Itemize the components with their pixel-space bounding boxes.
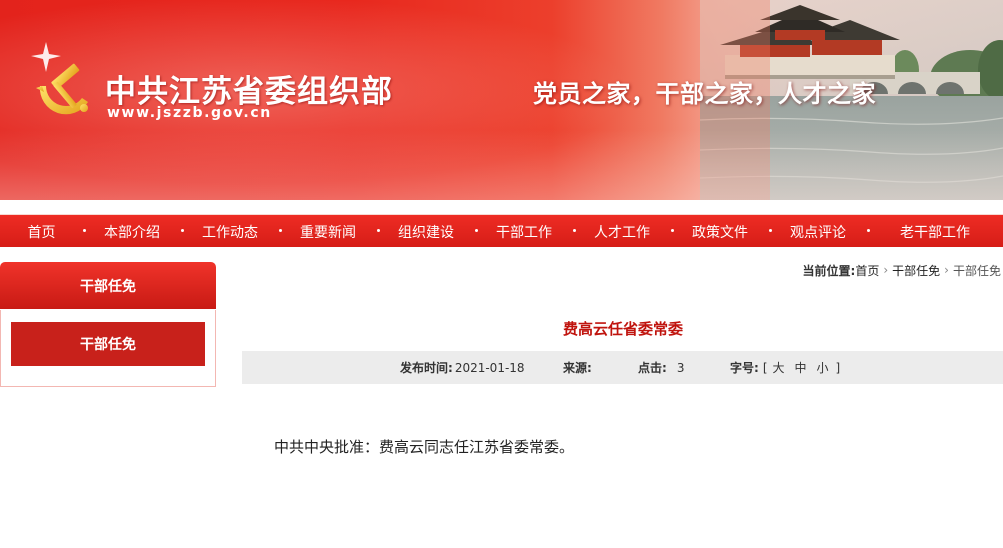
breadcrumb: 当前位置: 首页 › 干部任免 › 干部任免 xyxy=(803,262,1001,278)
fontsize-medium-button[interactable]: 中 xyxy=(795,359,807,376)
nav-item-org-building[interactable]: 组织建设 xyxy=(377,215,475,248)
nav-item-policy-docs[interactable]: 政策文件 xyxy=(671,215,769,248)
fontsize-bracket-open: [ xyxy=(762,360,768,375)
article-title: 费高云任省委常委 xyxy=(562,320,683,338)
nav-item-work-news[interactable]: 工作动态 xyxy=(181,215,279,248)
nav-item-retired-cadre-work[interactable]: 老干部工作 xyxy=(867,215,1003,248)
article-meta-bar: 发布时间: 2021-01-18 来源: 点击: 3 字号: [ 大 中 小 ] xyxy=(242,351,1003,384)
main-nav: 首页 本部介绍 工作动态 重要新闻 组织建设 干部工作 人才工作 政策文件 观点评论 老干部工作 xyxy=(0,214,1003,247)
breadcrumb-section-link[interactable]: 干部任免 xyxy=(892,262,940,279)
fontsize-large-button[interactable]: 大 xyxy=(773,359,785,376)
sidebar-item-cadre-appointment[interactable]: 干部任免 xyxy=(11,322,205,366)
sidebar-menu: 干部任免 xyxy=(0,310,216,387)
clicks-value: 3 xyxy=(676,360,685,375)
meta-source: 来源: xyxy=(563,351,594,384)
fontsize-bracket-close: ] xyxy=(835,360,841,375)
nav-item-cadre-work[interactable]: 干部工作 xyxy=(475,215,573,248)
nav-item-opinion-review[interactable]: 观点评论 xyxy=(769,215,867,248)
fontsize-small-button[interactable]: 小 xyxy=(817,359,829,376)
banner-slogan: 党员之家，干部之家，人才之家 xyxy=(533,80,876,108)
clicks-label: 点击: xyxy=(638,361,667,375)
banner-bottom-fade xyxy=(0,130,1003,200)
meta-publish-date: 发布时间: 2021-01-18 xyxy=(400,351,525,384)
site-url: www.jszzb.gov.cn xyxy=(107,105,272,121)
party-emblem-icon xyxy=(31,42,88,115)
breadcrumb-current[interactable]: 干部任免 xyxy=(953,262,1001,279)
meta-fontsize: 字号: [ 大 中 小 ] xyxy=(730,351,840,384)
chevron-right-icon: › xyxy=(883,263,889,277)
chevron-right-icon: › xyxy=(944,263,949,277)
nav-item-home[interactable]: 首页 xyxy=(0,215,83,248)
nav-item-important-news[interactable]: 重要新闻 xyxy=(279,215,377,248)
main-nav-list: 首页 本部介绍 工作动态 重要新闻 组织建设 干部工作 人才工作 政策文件 观点评论 老干部工作 xyxy=(0,215,1003,248)
meta-clicks: 点击: 3 xyxy=(638,351,684,384)
nav-item-talent-work[interactable]: 人才工作 xyxy=(573,215,671,248)
nav-item-about[interactable]: 本部介绍 xyxy=(83,215,181,248)
publish-date-value: 2021-01-18 xyxy=(454,360,525,375)
header-banner: 中共江苏省委组织部 www.jszzb.gov.cn 党员之家，干部之家，人才之… xyxy=(0,0,1003,200)
breadcrumb-home-link[interactable]: 首页 xyxy=(855,262,879,279)
fontsize-label: 字号: xyxy=(730,361,759,375)
publish-date-label: 发布时间: xyxy=(400,361,453,375)
article-body: 中共中央批准：费高云同志任江苏省委常委。 xyxy=(274,438,575,456)
breadcrumb-label: 当前位置: xyxy=(802,263,856,278)
sidebar-title: 干部任免 xyxy=(0,262,216,309)
source-label: 来源: xyxy=(563,361,592,375)
